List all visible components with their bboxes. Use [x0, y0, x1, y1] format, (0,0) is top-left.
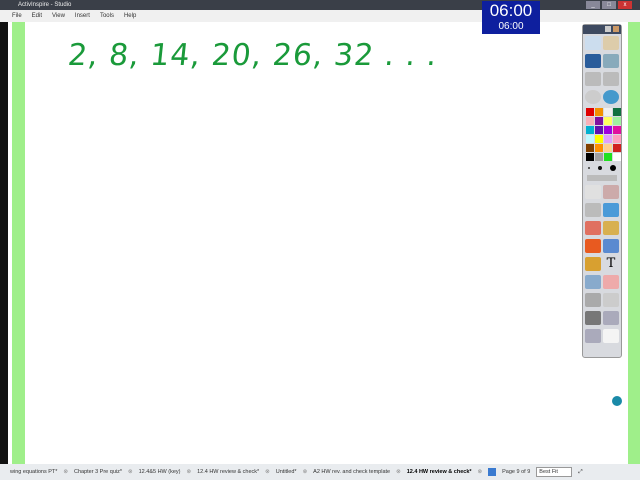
undo-icon[interactable] — [585, 293, 601, 307]
menu-edit[interactable]: Edit — [32, 10, 42, 22]
tools-menu-icon[interactable] — [603, 54, 619, 68]
shape-icon[interactable] — [585, 239, 601, 253]
color-swatch[interactable] — [595, 117, 603, 125]
page-indicator: Page 9 of 9 — [502, 469, 531, 475]
zoom-select[interactable]: Best Fit — [536, 467, 573, 477]
menu-view[interactable]: View — [52, 10, 65, 22]
color-swatch[interactable] — [604, 144, 612, 152]
menu-bar: File Edit View Insert Tools Help — [0, 10, 640, 22]
timer-preset: 06:00 — [498, 21, 524, 32]
redo-icon[interactable] — [603, 293, 619, 307]
flipchart-tab[interactable]: 12.4&5 HW (key) — [139, 469, 181, 475]
profile-icon[interactable] — [585, 54, 601, 68]
pen-icon[interactable] — [585, 203, 601, 217]
menu-help[interactable]: Help — [124, 10, 136, 22]
flipchart-tab[interactable]: A2 HW rev. and check template — [313, 469, 390, 475]
main-toolbox[interactable]: T — [582, 24, 622, 358]
previous-page-icon[interactable] — [585, 72, 601, 86]
flipchart-canvas[interactable] — [25, 22, 628, 464]
menu-tools[interactable]: Tools — [100, 10, 114, 22]
resource-library-icon[interactable] — [585, 257, 601, 271]
flipchart-tab[interactable]: Chapter 3 Pre quiz* — [74, 469, 122, 475]
flipchart-tab[interactable]: 12.4 HW review & check* — [197, 469, 259, 475]
window-title: ActivInspire - Studio — [18, 2, 72, 8]
scroll-down-icon[interactable] — [612, 396, 622, 406]
play-icon[interactable] — [585, 90, 601, 104]
settings-icon[interactable] — [605, 26, 611, 32]
page-icon[interactable] — [603, 329, 619, 343]
text-icon[interactable]: T — [603, 257, 619, 271]
color-swatch[interactable] — [586, 108, 594, 116]
pen-width-selector[interactable] — [583, 163, 621, 173]
magic-ink-icon[interactable] — [603, 185, 619, 199]
color-swatch[interactable] — [613, 108, 621, 116]
countdown-timer[interactable]: 06:00 06:00 — [482, 1, 540, 34]
close-icon[interactable] — [613, 26, 619, 32]
color-swatch[interactable] — [586, 117, 594, 125]
color-swatch[interactable] — [586, 126, 594, 134]
page-sorter-icon[interactable] — [488, 468, 497, 476]
flipchart-tab[interactable]: Untitled* — [276, 469, 297, 475]
desktop-annotate-icon[interactable] — [603, 90, 619, 104]
flipchart-tab-active[interactable]: 12.4 HW review & check* — [407, 469, 472, 475]
color-swatch[interactable] — [613, 153, 621, 161]
color-swatch[interactable] — [595, 153, 603, 161]
maximize-button[interactable]: □ — [602, 1, 616, 9]
screen-icon[interactable] — [603, 311, 619, 325]
color-swatch[interactable] — [604, 153, 612, 161]
select-icon[interactable] — [585, 185, 601, 199]
eraser-icon[interactable] — [585, 221, 601, 235]
left-edge — [0, 22, 8, 464]
grid-icon[interactable] — [585, 329, 601, 343]
color-swatch[interactable] — [613, 135, 621, 143]
connector-icon[interactable] — [603, 239, 619, 253]
toolbox-header[interactable] — [583, 25, 621, 34]
width-slider[interactable] — [587, 175, 617, 181]
fullscreen-icon[interactable]: ⤢ — [578, 469, 582, 476]
close-button[interactable]: x — [618, 1, 632, 9]
color-swatch[interactable] — [604, 108, 612, 116]
flipchart-icon[interactable] — [585, 36, 601, 50]
color-palette — [583, 106, 621, 163]
color-swatch[interactable] — [613, 126, 621, 134]
color-swatch[interactable] — [613, 117, 621, 125]
minimize-button[interactable]: _ — [586, 1, 600, 9]
title-bar: ActivInspire - Studio _ □ x — [0, 0, 640, 10]
color-swatch[interactable] — [586, 153, 594, 161]
fill-icon[interactable] — [603, 221, 619, 235]
browser-icon[interactable] — [603, 36, 619, 50]
color-swatch[interactable] — [586, 135, 594, 143]
next-page-icon[interactable] — [603, 72, 619, 86]
color-swatch[interactable] — [595, 126, 603, 134]
menu-file[interactable]: File — [12, 10, 22, 22]
color-swatch[interactable] — [604, 126, 612, 134]
menu-insert[interactable]: Insert — [75, 10, 90, 22]
handwritten-sequence: 2, 8, 14, 20, 26, 32 . . . — [66, 38, 440, 73]
camera-icon[interactable] — [585, 311, 601, 325]
flipchart-tab-bar: wing equations PT* ⊗ Chapter 3 Pre quiz* ⊗… — [0, 464, 640, 480]
right-page-border — [628, 22, 640, 464]
color-swatch[interactable] — [604, 117, 612, 125]
color-swatch[interactable] — [595, 135, 603, 143]
color-swatch[interactable] — [604, 135, 612, 143]
highlighter-icon[interactable] — [603, 203, 619, 217]
timer-display: 06:00 — [489, 1, 533, 20]
color-swatch[interactable] — [586, 144, 594, 152]
flipchart-tab[interactable]: wing equations PT* — [10, 469, 57, 475]
clear-icon[interactable] — [585, 275, 601, 289]
color-swatch[interactable] — [595, 108, 603, 116]
color-swatch[interactable] — [613, 144, 621, 152]
color-swatch[interactable] — [595, 144, 603, 152]
reset-page-icon[interactable] — [603, 275, 619, 289]
left-page-border — [12, 22, 25, 464]
